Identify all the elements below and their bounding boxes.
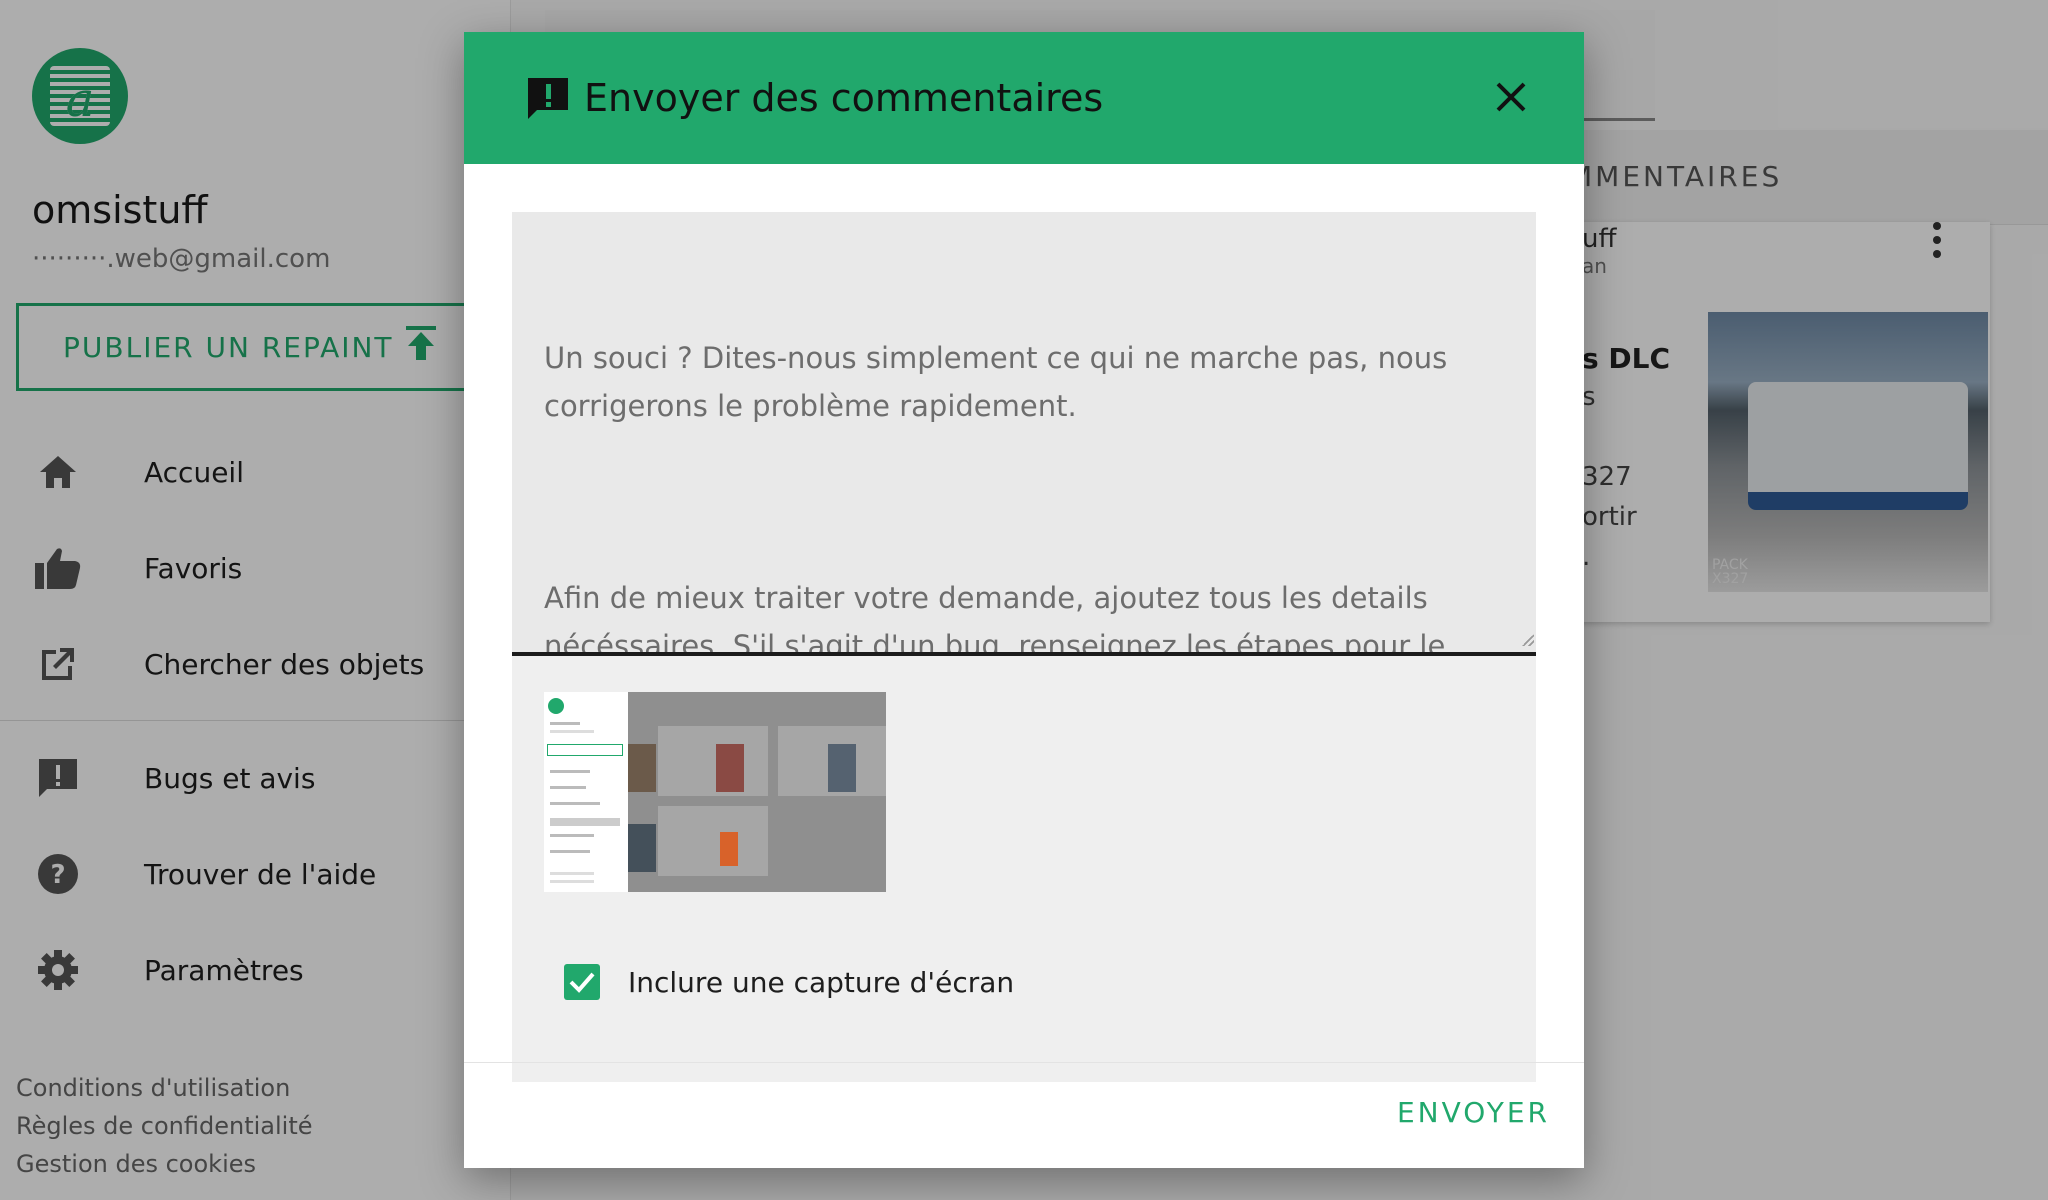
preview-sidebar — [544, 692, 628, 892]
feedback-textarea[interactable]: Un souci ? Dites-nous simplement ce qui … — [512, 212, 1536, 656]
send-button[interactable]: ENVOYER — [1397, 1096, 1550, 1129]
include-screenshot-row[interactable]: Inclure une capture d'écran — [564, 964, 1014, 1000]
placeholder-paragraph-1: Un souci ? Dites-nous simplement ce qui … — [544, 341, 1457, 423]
preview-main — [628, 692, 886, 892]
screenshot-preview — [544, 692, 886, 892]
include-screenshot-checkbox[interactable] — [564, 964, 600, 1000]
include-screenshot-label[interactable]: Inclure une capture d'écran — [628, 966, 1014, 999]
close-icon[interactable] — [1486, 72, 1536, 122]
dialog-divider — [464, 1062, 1584, 1063]
feedback-dialog: Envoyer des commentaires Un souci ? Dite… — [464, 32, 1584, 1168]
resize-handle[interactable] — [1522, 634, 1534, 646]
dialog-body: Un souci ? Dites-nous simplement ce qui … — [512, 212, 1536, 1082]
dialog-title: Envoyer des commentaires — [584, 76, 1104, 120]
feedback-icon — [526, 76, 570, 120]
dialog-header: Envoyer des commentaires — [464, 32, 1584, 164]
placeholder-paragraph-2: Afin de mieux traiter votre demande, ajo… — [544, 581, 1446, 656]
